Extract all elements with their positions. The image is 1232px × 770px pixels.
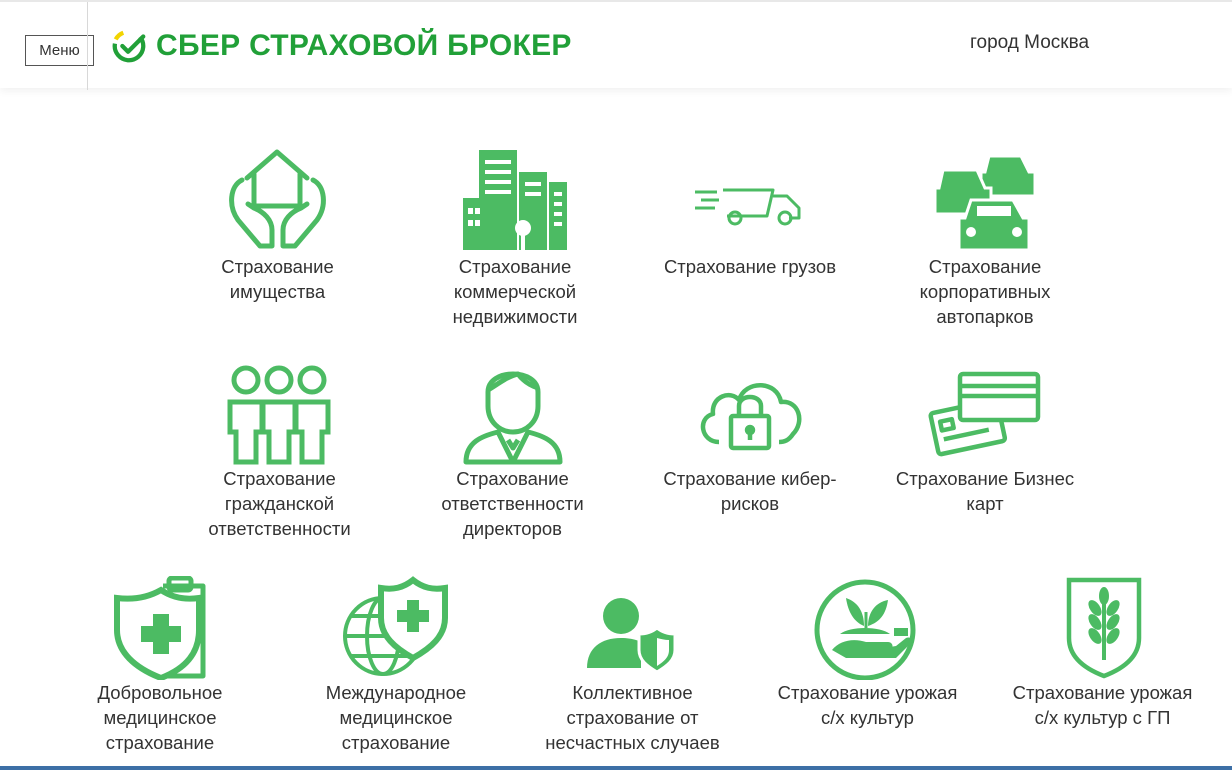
tile-crop-insurance[interactable]: Страхование урожая с/х культур [760, 576, 975, 730]
tile-international-medical-insurance[interactable]: Международное медицинское страхование [310, 576, 482, 755]
globe-medical-shield-icon [342, 576, 448, 676]
tile-crop-insurance-state-support[interactable]: Страхование урожая с/х культур с ГП [995, 576, 1210, 730]
director-icon [463, 371, 562, 465]
credit-cards-icon [927, 371, 1040, 457]
tile-label: Страхование имущества [221, 256, 334, 302]
house-hands-icon [229, 149, 326, 249]
tile-label: Добровольное медицинское страхование [97, 682, 223, 753]
tile-group-accident-insurance[interactable]: Коллективное страхование от несчастных с… [525, 576, 740, 755]
menu-button[interactable]: Меню [25, 35, 94, 66]
cloud-lock-icon [700, 383, 801, 451]
tile-label: Коллективное страхование от несчастных с… [545, 682, 720, 753]
tile-cyber-risk-insurance[interactable]: Страхование кибер- рисков [645, 362, 855, 516]
tile-label: Страхование ответственности директоров [441, 468, 584, 539]
tile-civil-liability-insurance[interactable]: Страхование гражданской ответственности [192, 362, 367, 541]
tile-label: Страхование гражданской ответственности [208, 468, 351, 539]
person-shield-icon [587, 598, 677, 674]
delivery-truck-icon [694, 188, 800, 226]
tile-label: Страхование грузов [663, 256, 837, 277]
tile-cargo-insurance[interactable]: Страхование грузов [645, 146, 855, 279]
site-header: Меню СБЕР СТРАХОВОЙ БРОКЕР город Москва [0, 0, 1232, 90]
tile-label: Страхование кибер- рисков [663, 468, 837, 514]
header-divider [87, 2, 88, 90]
tile-label: Страхование корпоративных автопарков [919, 256, 1051, 327]
tile-directors-liability-insurance[interactable]: Страхование ответственности директоров [420, 362, 605, 541]
bottom-border [0, 766, 1232, 770]
tile-commercial-realty-insurance[interactable]: Страхование коммерческой недвижимости [430, 146, 600, 329]
wheat-emblem-icon [1066, 577, 1142, 679]
city-selector[interactable]: город Москва [970, 32, 1089, 54]
logo-text: СБЕР СТРАХОВОЙ БРОКЕР [156, 29, 572, 62]
sber-logo-icon [112, 29, 146, 63]
tile-label: Страхование урожая с/х культур с ГП [1012, 682, 1193, 728]
tile-voluntary-medical-insurance[interactable]: Добровольное медицинское страхование [80, 576, 240, 755]
tile-business-cards-insurance[interactable]: Страхование Бизнес карт [880, 362, 1090, 516]
tile-label: Страхование урожая с/х культур [777, 682, 958, 728]
tile-corporate-fleet-insurance[interactable]: Страхование корпоративных автопарков [900, 146, 1070, 329]
people-group-icon [227, 365, 331, 465]
medical-shield-clipboard-icon [113, 576, 205, 680]
car-fleet-icon [933, 154, 1037, 252]
office-buildings-icon [463, 150, 567, 250]
tile-property-insurance[interactable]: Страхование имущества [200, 146, 355, 304]
logo[interactable]: СБЕР СТРАХОВОЙ БРОКЕР [110, 27, 572, 65]
tile-label: Международное медицинское страхование [325, 682, 467, 753]
hand-sprout-icon [814, 579, 916, 680]
tile-label: Страхование коммерческой недвижимости [452, 256, 578, 327]
tile-label: Страхование Бизнес карт [895, 468, 1075, 514]
